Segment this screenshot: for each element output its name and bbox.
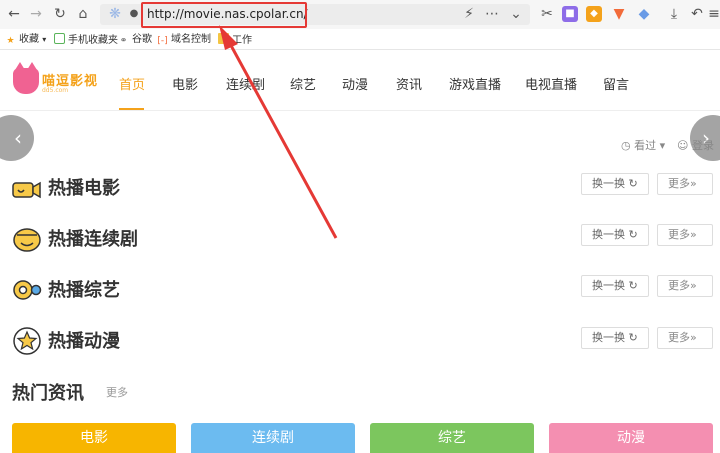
news-title: 热门资讯 [12,383,84,404]
tag-movies[interactable]: 电影 [12,423,176,453]
history-link[interactable]: ◷ 看过 ▾ [621,137,665,153]
refresh-icon: ↻ [628,177,638,190]
bookmarks-bar: ★ 收藏 ▾ 手机收藏夹 ⚭ 谷歌 [-] 域名控制 工作 [0,29,720,50]
site-logo-subtitle: dd5.com [42,87,69,94]
game-icon[interactable]: ▼ [611,6,627,22]
browser-toolbar: ← → ↻ ⌂ ❋ ● http://movie.nas.cpolar.cn/ … [0,0,720,29]
tag-variety[interactable]: 综艺 [370,423,534,453]
movie-camera-icon [12,181,41,199]
reload-icon[interactable]: ↻ [52,6,68,22]
nav-series[interactable]: 连续剧 [226,74,265,93]
puzzle-icon[interactable]: ◆ [636,6,652,22]
bracket-icon: [-] [157,36,168,46]
menu-icon[interactable]: ≡ [708,6,720,22]
more-button-variety[interactable]: 更多» [657,275,713,297]
double-chevron-icon: » [690,331,697,344]
refresh-button-series[interactable]: 换一换 ↻ [581,224,649,246]
news-more-link[interactable]: 更多 [106,384,128,400]
tv-smile-icon [13,228,41,252]
bookmark-google[interactable]: ⚭ 谷歌 [118,33,152,47]
refresh-icon: ↻ [628,279,638,292]
refresh-icon: ↻ [628,228,638,241]
back-icon[interactable]: ← [6,6,22,22]
shield-icon[interactable]: ◆ [586,6,602,22]
forward-icon[interactable]: → [28,6,44,22]
logo-cat-icon[interactable] [13,62,39,94]
nav-home[interactable]: 首页 [119,74,145,93]
bookmark-mobile[interactable]: 手机收藏夹 [54,33,118,47]
phone-icon [54,33,65,44]
refresh-button-anime[interactable]: 换一换 ↻ [581,327,649,349]
nav-guestbook[interactable]: 留言 [603,74,629,93]
tag-series[interactable]: 连续剧 [191,423,355,453]
refresh-button-variety[interactable]: 换一换 ↻ [581,275,649,297]
more-button-series[interactable]: 更多» [657,224,713,246]
clock-icon: ◷ [621,139,631,152]
more-icon[interactable]: ⋯ [484,6,500,22]
nav-divider [0,110,720,111]
section-title-movies[interactable]: 热播电影 [48,174,120,200]
star-icon: ★ [6,36,15,46]
bookmark-favorites[interactable]: ★ 收藏 ▾ [5,33,46,47]
nav-movies[interactable]: 电影 [172,74,198,93]
star-badge-icon [13,327,41,355]
url-highlight-box [141,2,307,28]
section-title-anime[interactable]: 热播动漫 [48,327,120,353]
nav-variety[interactable]: 综艺 [290,74,316,93]
cut-icon[interactable]: ✂ [539,6,555,22]
folder-icon [218,33,229,44]
refresh-button-movies[interactable]: 换一换 ↻ [581,173,649,195]
more-button-movies[interactable]: 更多» [657,173,713,195]
extension-icon[interactable]: ■ [562,6,578,22]
tracking-icon[interactable]: ● [126,6,142,22]
user-icon: ☺ [677,139,689,152]
more-button-anime[interactable]: 更多» [657,327,713,349]
double-chevron-icon: » [690,177,697,190]
bookmark-domain[interactable]: [-] 域名控制 [157,33,211,47]
nav-tv-live[interactable]: 电视直播 [525,74,577,93]
download-icon[interactable]: ⤓ [666,6,682,22]
nav-anime[interactable]: 动漫 [342,74,368,93]
double-chevron-icon: » [690,228,697,241]
microphone-icon [13,280,42,300]
chevron-down-icon[interactable]: ⌄ [508,6,524,22]
nav-game-live[interactable]: 游戏直播 [449,74,501,93]
lightning-icon[interactable]: ⚡ [461,6,477,22]
globe-icon: ⚭ [119,36,128,46]
nav-news[interactable]: 资讯 [396,74,422,93]
site-info-icon[interactable]: ❋ [107,6,123,22]
refresh-icon: ↻ [628,331,638,344]
carousel-prev-button[interactable]: ‹ [0,115,34,161]
login-link[interactable]: ☺ 登录 [677,137,714,153]
undo-icon[interactable]: ↶ [689,6,705,22]
home-icon[interactable]: ⌂ [75,6,91,22]
section-title-series[interactable]: 热播连续剧 [48,225,138,251]
tag-anime[interactable]: 动漫 [549,423,713,453]
section-title-variety[interactable]: 热播综艺 [48,276,120,302]
bookmark-work[interactable]: 工作 [218,33,252,47]
double-chevron-icon: » [690,279,697,292]
